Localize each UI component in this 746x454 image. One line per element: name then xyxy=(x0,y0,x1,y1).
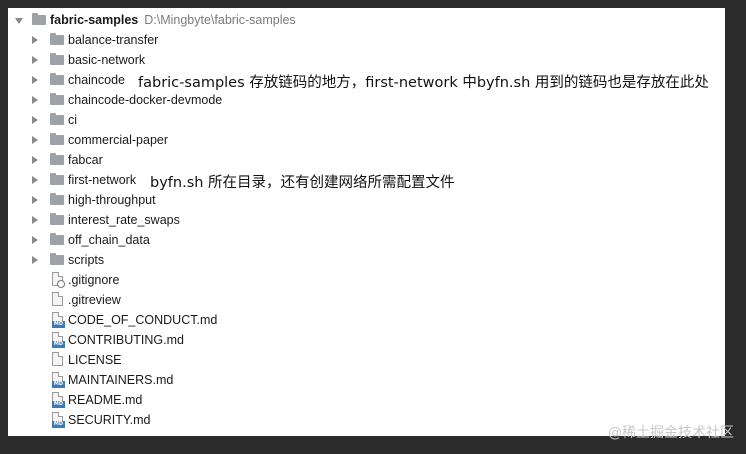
text-file-icon xyxy=(52,292,63,306)
gitignore-file-icon xyxy=(52,272,65,288)
folder-name: off_chain_data xyxy=(68,233,150,247)
chaincode-annotation: fabric-samples 存放链码的地方，first-network 中by… xyxy=(138,75,709,91)
chevron-right-icon[interactable] xyxy=(32,136,38,144)
chevron-right-icon[interactable] xyxy=(32,156,38,164)
chevron-right-icon[interactable] xyxy=(32,76,38,84)
folder-icon xyxy=(32,13,46,25)
md-badge: MD xyxy=(52,421,65,428)
md-badge: MD xyxy=(52,401,65,408)
file-name: LICENSE xyxy=(68,353,122,367)
root-folder-name: fabric-samples xyxy=(50,13,139,27)
markdown-file-icon: MD xyxy=(52,412,65,428)
markdown-file-icon: MD xyxy=(52,312,65,328)
file-name: .gitignore xyxy=(68,273,120,287)
folder-icon xyxy=(50,253,64,265)
markdown-file-icon: MD xyxy=(52,332,65,348)
folder-name: first-network xyxy=(68,173,137,187)
folder-name: balance-transfer xyxy=(68,33,159,47)
folder-icon xyxy=(50,193,64,205)
folder-name: high-throughput xyxy=(68,193,156,207)
file-name: CONTRIBUTING.md xyxy=(68,333,184,347)
text-file-icon xyxy=(52,352,63,366)
folder-name: fabcar xyxy=(68,153,103,167)
folder-name: interest_rate_swaps xyxy=(68,213,180,227)
folder-icon xyxy=(50,33,64,45)
folder-name: commercial-paper xyxy=(68,133,169,147)
chevron-right-icon[interactable] xyxy=(32,36,38,44)
file-name: .gitreview xyxy=(68,293,121,307)
markdown-file-icon: MD xyxy=(52,372,65,388)
chevron-right-icon[interactable] xyxy=(32,196,38,204)
file-name: CODE_OF_CONDUCT.md xyxy=(68,313,218,327)
chevron-right-icon[interactable] xyxy=(32,236,38,244)
first-network-annotation: byfn.sh 所在目录，还有创建网络所需配置文件 xyxy=(150,175,455,191)
chevron-right-icon[interactable] xyxy=(32,56,38,64)
chevron-right-icon[interactable] xyxy=(32,96,38,104)
file-name: MAINTAINERS.md xyxy=(68,373,174,387)
folder-name: basic-network xyxy=(68,53,146,67)
file-name: README.md xyxy=(68,393,143,407)
chevron-down-icon[interactable] xyxy=(15,18,23,24)
folder-name: ci xyxy=(68,113,78,127)
folder-name: scripts xyxy=(68,253,105,267)
markdown-file-icon: MD xyxy=(52,392,65,408)
folder-icon xyxy=(50,213,64,225)
folder-name: chaincode xyxy=(68,73,125,87)
chevron-right-icon[interactable] xyxy=(32,216,38,224)
folder-icon xyxy=(50,53,64,65)
folder-icon xyxy=(50,173,64,185)
root-folder-path: D:\Mingbyte\fabric-samples xyxy=(144,13,296,27)
file-name: SECURITY.md xyxy=(68,413,151,427)
chevron-right-icon[interactable] xyxy=(32,256,38,264)
md-badge: MD xyxy=(52,381,65,388)
chevron-right-icon[interactable] xyxy=(32,176,38,184)
folder-icon xyxy=(50,133,64,145)
folder-name: chaincode-docker-devmode xyxy=(68,93,223,107)
folder-icon xyxy=(50,153,64,165)
folder-icon xyxy=(50,233,64,245)
project-tree-panel: fabric-samples D:\Mingbyte\fabric-samples… xyxy=(8,8,725,436)
folder-icon xyxy=(50,73,64,85)
md-badge: MD xyxy=(52,321,65,328)
watermark-text: @稀土掘金技术社区 xyxy=(608,425,734,441)
folder-icon xyxy=(50,113,64,125)
folder-icon xyxy=(50,93,64,105)
chevron-right-icon[interactable] xyxy=(32,116,38,124)
md-badge: MD xyxy=(52,341,65,348)
